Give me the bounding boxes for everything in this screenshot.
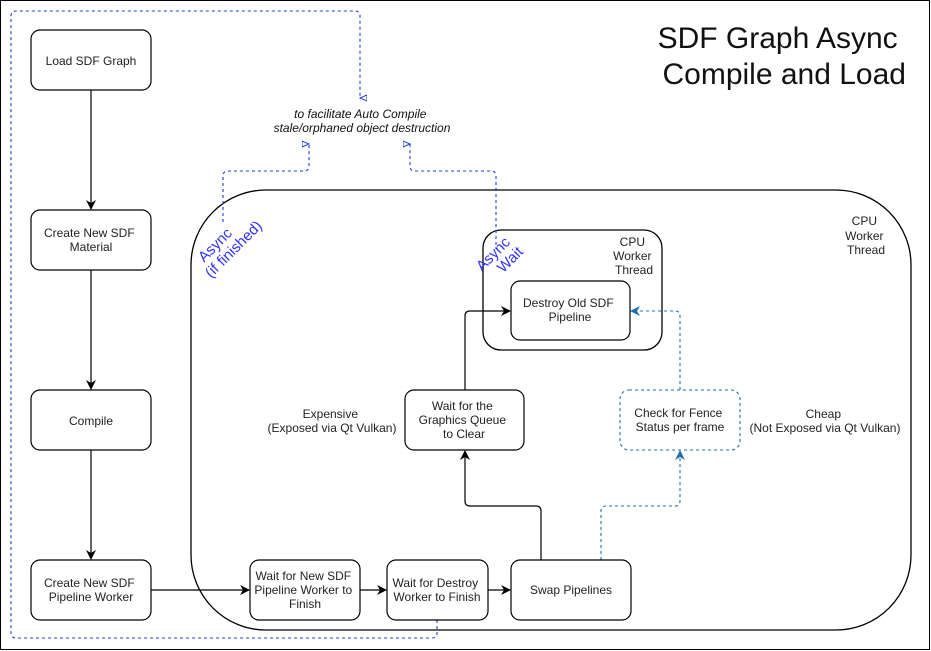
node-swap-pipelines[interactable]: Swap Pipelines — [510, 559, 632, 621]
node-compile[interactable]: Compile — [30, 389, 152, 451]
svg-text:Create New SDF Pipeline: Create New SDF Pipeline Worker — [44, 576, 138, 604]
node-create-new-sdf-pipeline-worker[interactable]: Create New SDF Pipeline Worker — [30, 559, 152, 621]
node-create-new-sdf-material[interactable]: Create New SDF Material — [30, 209, 152, 271]
node-load-sdf-graph[interactable]: Load SDF Graph — [30, 29, 152, 91]
node-check-fence-status[interactable]: Check for Fence Status per frame — [619, 389, 741, 451]
svg-text:Check for Fence Status p: Check for Fence Status per frame — [634, 406, 725, 434]
node-wait-new-pipeline-worker[interactable]: Wait for New SDF Pipeline Worker to Fini… — [249, 559, 361, 621]
svg-text:Compile: Compile — [69, 414, 113, 428]
node-destroy-old-sdf-pipeline[interactable]: Destroy Old SDF Pipeline — [510, 280, 631, 341]
auto-compile-note: to facilitate Auto Compile stale/orphane… — [274, 107, 451, 135]
diagram-canvas: CPU Worker Thread CPU Worker Thread SDF … — [0, 0, 930, 650]
svg-text:Wait for Destroy Worker: Wait for Destroy Worker to Finish — [393, 576, 482, 604]
svg-text:Swap Pipelines: Swap Pipelines — [530, 583, 612, 597]
svg-text:Load SDF Graph: Load SDF Graph — [46, 54, 137, 68]
node-wait-graphics-queue[interactable]: Wait for the Graphics Queue to Clear — [404, 389, 525, 451]
node-wait-destroy-worker[interactable]: Wait for Destroy Worker to Finish — [386, 559, 489, 621]
